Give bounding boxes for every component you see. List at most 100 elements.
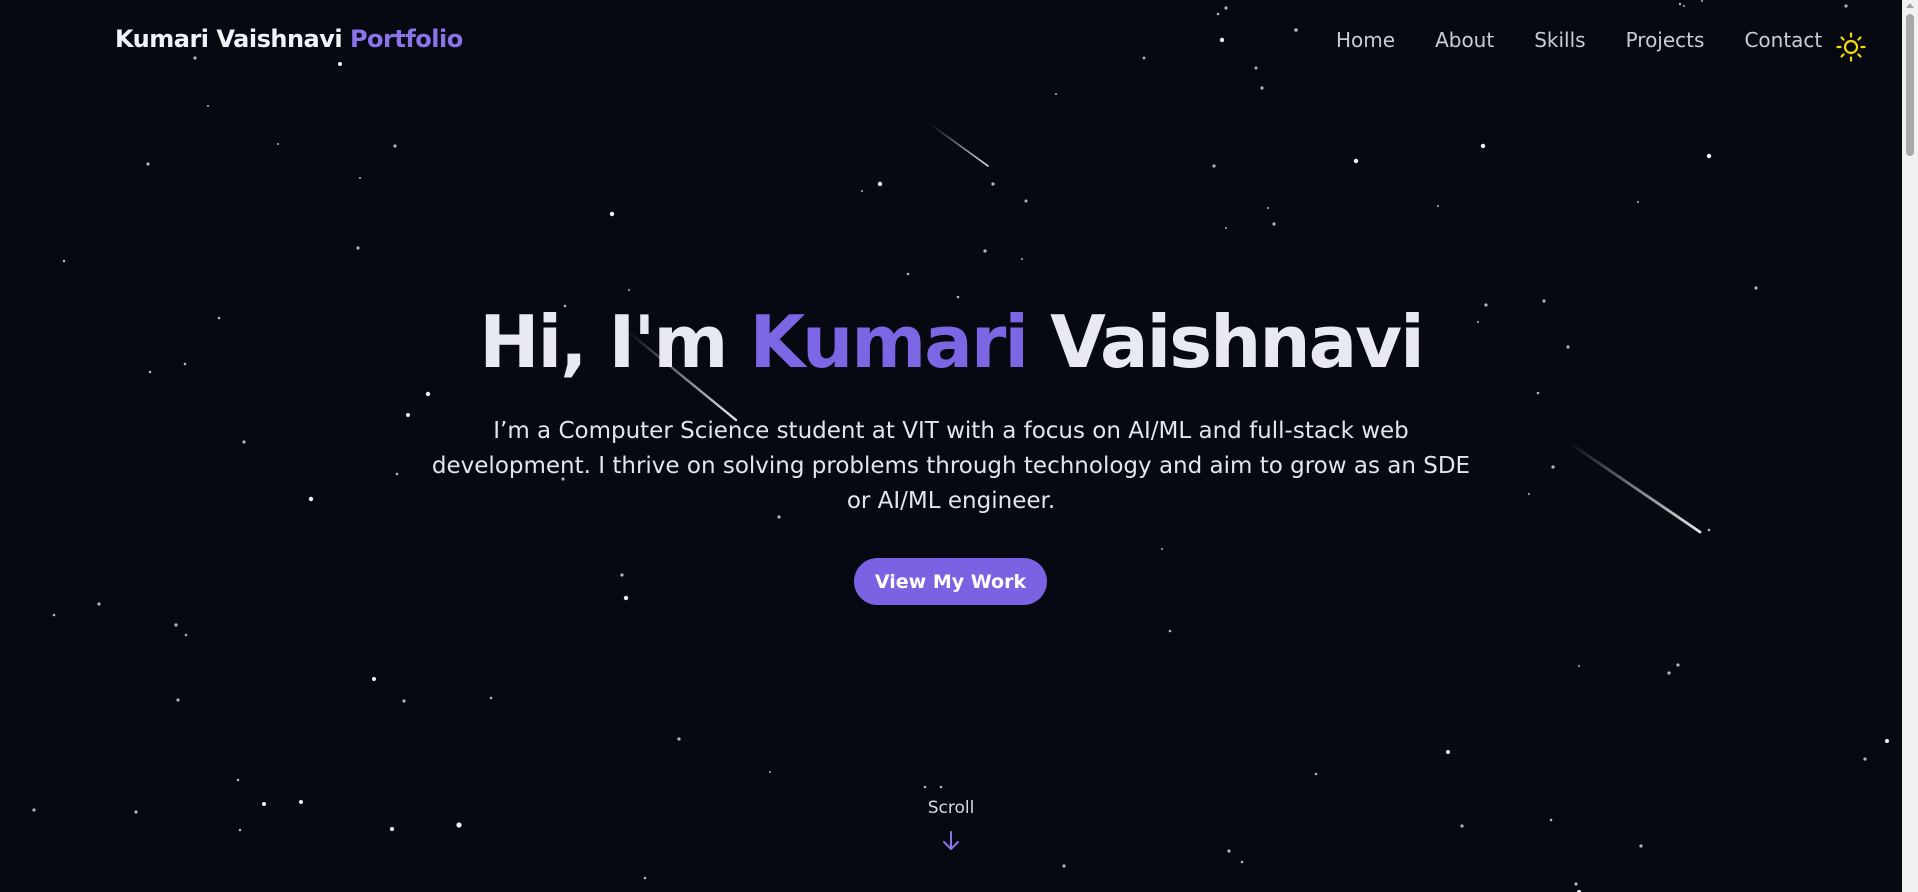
star <box>242 440 246 444</box>
star <box>1639 844 1643 848</box>
star <box>769 771 771 773</box>
nav-about[interactable]: About <box>1435 28 1494 52</box>
star <box>620 573 624 577</box>
hero-greeting: Hi, I'm <box>479 300 728 384</box>
nav-home[interactable]: Home <box>1336 28 1395 52</box>
star <box>1667 671 1671 675</box>
star <box>623 595 629 601</box>
star <box>238 828 242 832</box>
star <box>193 56 197 60</box>
hero-title: Hi, I'm Kumari Vaishnavi <box>0 300 1902 384</box>
star <box>1021 258 1023 260</box>
star <box>393 144 397 148</box>
scroll-up-icon[interactable] <box>1906 3 1914 8</box>
star <box>983 249 987 253</box>
star <box>62 259 66 263</box>
brand-accent: Portfolio <box>349 25 463 53</box>
star <box>1240 860 1244 864</box>
brand-name: Kumari Vaishnavi <box>115 25 343 53</box>
star <box>1254 66 1258 70</box>
star <box>308 496 314 502</box>
star <box>861 190 863 192</box>
nav-projects[interactable]: Projects <box>1626 28 1705 52</box>
brand-logo[interactable]: Kumari Vaishnavi Portfolio <box>115 25 463 53</box>
star <box>628 289 630 291</box>
main-nav: Home About Skills Projects Contact <box>1336 28 1822 52</box>
star <box>1161 548 1163 550</box>
star <box>609 211 615 217</box>
star <box>277 143 279 145</box>
star <box>1267 207 1269 209</box>
star <box>1224 6 1228 10</box>
hero-description: I’m a Computer Science student at VIT wi… <box>431 418 1471 514</box>
star <box>1024 199 1028 203</box>
star <box>359 177 361 179</box>
star <box>1227 849 1231 853</box>
scroll-label: Scroll <box>927 798 975 818</box>
star <box>402 699 406 703</box>
star <box>1844 4 1848 8</box>
hero-first-name: Kumari <box>749 300 1030 384</box>
star <box>1706 153 1712 159</box>
star <box>174 623 178 627</box>
star <box>489 696 493 700</box>
star <box>207 105 209 107</box>
star <box>923 785 927 789</box>
star <box>176 698 180 702</box>
star <box>1707 528 1711 532</box>
star <box>1701 0 1703 2</box>
star <box>1225 227 1227 229</box>
page-scrollbar[interactable] <box>1902 0 1918 892</box>
star <box>1678 2 1682 6</box>
star <box>1754 286 1758 290</box>
star <box>456 822 462 828</box>
arrow-down-icon[interactable] <box>941 830 961 852</box>
star <box>1294 28 1298 32</box>
star <box>1055 93 1057 95</box>
star <box>1219 37 1225 43</box>
star <box>1885 739 1889 743</box>
star <box>643 876 647 880</box>
star <box>1168 629 1172 633</box>
star <box>991 182 995 186</box>
star <box>236 778 240 782</box>
star <box>1142 56 1146 60</box>
star <box>1549 818 1553 822</box>
shooting-star <box>929 123 989 167</box>
star <box>906 272 910 276</box>
star <box>395 472 399 476</box>
star <box>1551 465 1555 469</box>
hero-last-name: Vaishnavi <box>1050 300 1425 384</box>
star <box>1437 205 1439 207</box>
star <box>877 181 883 187</box>
star <box>425 391 431 397</box>
star <box>956 295 960 299</box>
star <box>1314 772 1318 776</box>
star <box>1212 164 1216 168</box>
star <box>1272 222 1276 226</box>
star <box>1528 493 1530 495</box>
theme-toggle-button[interactable] <box>1836 32 1866 62</box>
star <box>406 413 410 417</box>
star <box>97 602 101 606</box>
shooting-star <box>1566 440 1702 534</box>
star <box>1578 665 1580 667</box>
star <box>1536 391 1540 395</box>
star <box>1260 86 1264 90</box>
star <box>1446 750 1450 754</box>
scrollbar-thumb[interactable] <box>1906 14 1914 156</box>
star <box>372 677 376 681</box>
star <box>1863 757 1867 761</box>
nav-skills[interactable]: Skills <box>1534 28 1585 52</box>
sun-icon <box>1836 32 1866 62</box>
star <box>1062 864 1066 868</box>
star <box>939 785 943 789</box>
star <box>338 62 342 66</box>
star <box>1460 824 1464 828</box>
star <box>1216 12 1220 16</box>
star <box>52 613 56 617</box>
nav-contact[interactable]: Contact <box>1744 28 1822 52</box>
view-work-button[interactable]: View My Work <box>854 558 1047 605</box>
star <box>356 246 360 250</box>
star <box>1676 663 1680 667</box>
